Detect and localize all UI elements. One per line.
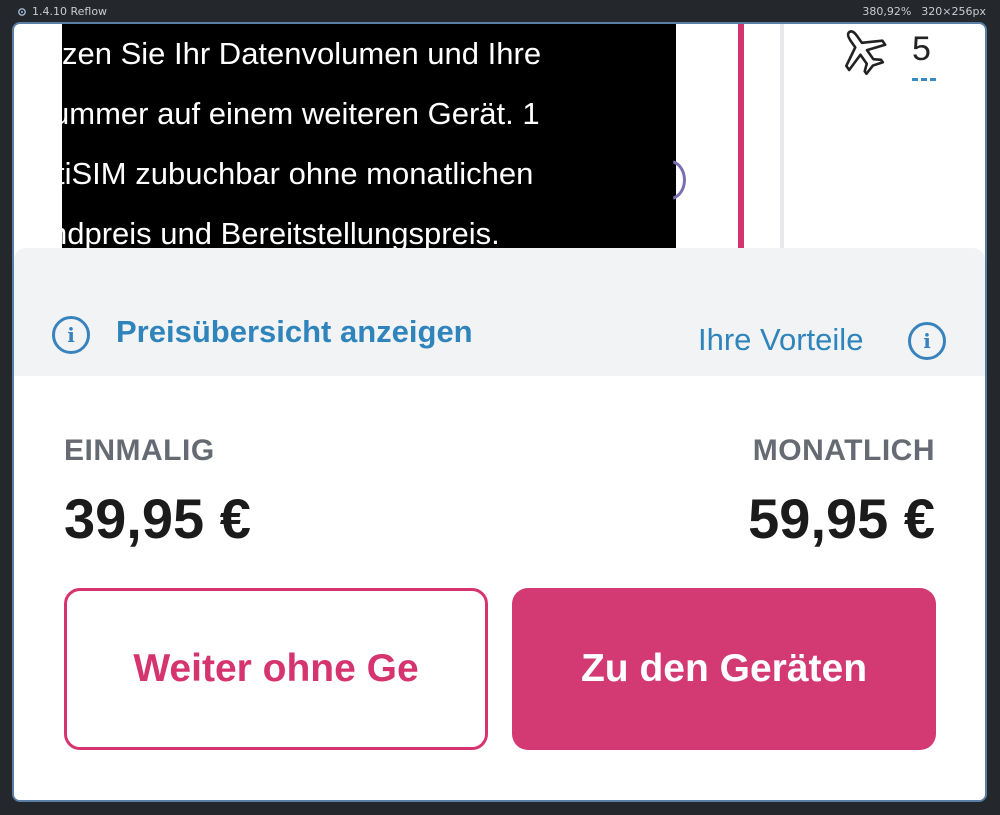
selection-border bbox=[738, 24, 744, 254]
airplane-icon bbox=[844, 30, 887, 76]
once-price: 39,95 € bbox=[64, 487, 251, 550]
info-icon[interactable]: i bbox=[908, 322, 946, 360]
version-label: 1.4.10 Reflow bbox=[32, 5, 108, 18]
benefits-link[interactable]: Ihre Vorteile bbox=[698, 322, 863, 358]
price-overview-link[interactable]: Preisübersicht anzeigen bbox=[116, 314, 473, 350]
tooltip-overlay: zen Sie Ihr Datenvolumen und Ihre ummer … bbox=[62, 24, 676, 248]
background-page: zen Sie Ihr Datenvolumen und Ihre ummer … bbox=[14, 24, 985, 254]
overlay-line: zen Sie Ihr Datenvolumen und Ihre bbox=[62, 36, 542, 71]
viewport-size: 320×256px bbox=[921, 5, 986, 18]
zoom-level: 380,92% bbox=[862, 5, 912, 18]
viewport-frame: zen Sie Ihr Datenvolumen und Ihre ummer … bbox=[12, 22, 987, 802]
overlay-line: ndpreis und Bereitstellungspreis. bbox=[62, 216, 500, 248]
once-label: EINMALIG bbox=[64, 434, 215, 467]
overlay-line: tiSIM zubuchbar ohne monatlichen bbox=[62, 156, 534, 191]
divider bbox=[780, 24, 784, 254]
info-icon[interactable]: i bbox=[52, 316, 90, 354]
monthly-price: 59,95 € bbox=[748, 487, 935, 550]
gear-icon[interactable] bbox=[16, 6, 28, 18]
roaming-count: 5 bbox=[912, 30, 931, 68]
devtools-bar: 1.4.10 Reflow 380,92% 320×256px bbox=[0, 0, 1000, 22]
overlay-line: ummer auf einem weiteren Gerät. 1 bbox=[62, 96, 540, 131]
dash-separator bbox=[912, 78, 936, 82]
price-summary: EINMALIG 39,95 € MONATLICH 59,95 € Weite… bbox=[14, 376, 985, 800]
to-devices-button[interactable]: Zu den Geräten bbox=[512, 588, 936, 750]
monthly-label: MONATLICH bbox=[752, 434, 935, 467]
info-bar: i Preisübersicht anzeigen Ihre Vorteile … bbox=[14, 248, 985, 376]
continue-without-device-button[interactable]: Weiter ohne Ge bbox=[64, 588, 488, 750]
